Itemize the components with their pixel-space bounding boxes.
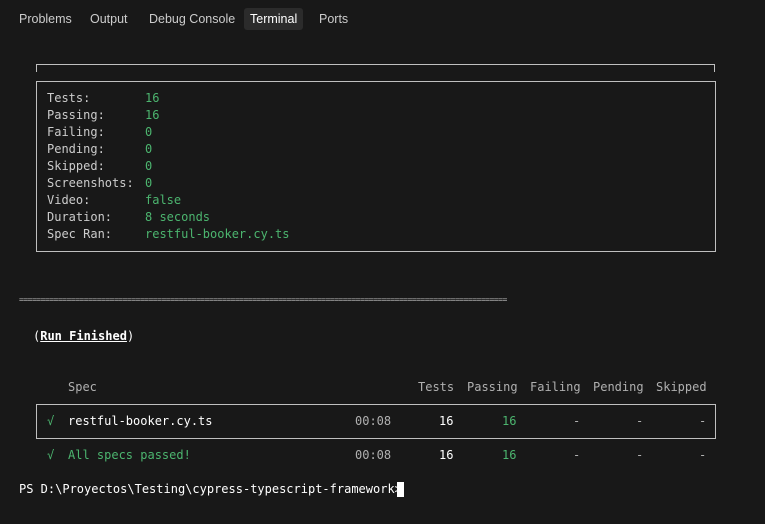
summary-key-skipped: Skipped: — [47, 159, 105, 173]
total-pending: - — [636, 448, 644, 462]
summary-key-duration: Duration: — [47, 210, 113, 224]
summary-key-video: Video: — [47, 193, 91, 207]
tab-terminal[interactable]: Terminal — [244, 8, 304, 30]
total-skipped: - — [699, 448, 707, 462]
spec-name: restful-booker.cy.ts — [68, 414, 213, 428]
summary-key-spec-ran: Spec Ran: — [47, 227, 113, 241]
header-skipped: Skipped — [656, 380, 707, 394]
summary-value-failing: 0 — [145, 125, 153, 139]
summary-header-border — [36, 64, 715, 72]
spec-tests: 16 — [439, 414, 454, 428]
summary-value-screenshots: 0 — [145, 176, 153, 190]
spec-skipped: - — [699, 414, 707, 428]
panel-tabs: Problems Output Debug Console Terminal P… — [0, 8, 765, 32]
separator-line: ========================================… — [19, 297, 507, 303]
header-failing: Failing — [530, 380, 581, 394]
spec-pending: - — [636, 414, 644, 428]
summary-value-spec-ran: restful-booker.cy.ts — [145, 227, 290, 241]
summary-key-failing: Failing: — [47, 125, 105, 139]
tab-ports[interactable]: Ports — [313, 8, 354, 30]
run-finished-close-paren: ) — [126, 329, 135, 343]
summary-key-pending: Pending: — [47, 142, 105, 156]
header-tests: Tests — [418, 380, 455, 394]
spec-failing: - — [573, 414, 581, 428]
spec-time: 00:08 — [355, 414, 392, 428]
summary-value-video: false — [145, 193, 182, 207]
total-tests: 16 — [439, 448, 454, 462]
total-failing: - — [573, 448, 581, 462]
tab-debug-console[interactable]: Debug Console — [143, 8, 241, 30]
summary-key-passing: Passing: — [47, 108, 105, 122]
header-pending: Pending — [593, 380, 644, 394]
terminal-cursor[interactable] — [397, 482, 404, 497]
tab-problems[interactable]: Problems — [13, 8, 78, 30]
spec-check-icon: √ — [47, 414, 55, 428]
summary-value-skipped: 0 — [145, 159, 153, 173]
summary-value-pending: 0 — [145, 142, 153, 156]
run-finished-heading: (Run Finished) — [33, 328, 134, 345]
summary-value-tests: 16 — [145, 91, 160, 105]
summary-key-screenshots: Screenshots: — [47, 176, 134, 190]
header-spec: Spec — [68, 380, 97, 394]
summary-key-tests: Tests: — [47, 91, 91, 105]
summary-value-duration: 8 seconds — [145, 210, 211, 224]
total-check-icon: √ — [47, 448, 55, 462]
summary-value-passing: 16 — [145, 108, 160, 122]
spec-passing: 16 — [502, 414, 517, 428]
header-passing: Passing — [467, 380, 518, 394]
run-summary-box — [36, 81, 716, 252]
shell-prompt: PS D:\Proyectos\Testing\cypress-typescri… — [19, 482, 402, 496]
total-time: 00:08 — [355, 448, 392, 462]
clipped-previous-output — [0, 0, 765, 6]
total-passing: 16 — [502, 448, 517, 462]
total-label: All specs passed! — [68, 448, 191, 462]
tab-output[interactable]: Output — [84, 8, 134, 30]
run-finished-label: Run Finished — [40, 329, 127, 343]
